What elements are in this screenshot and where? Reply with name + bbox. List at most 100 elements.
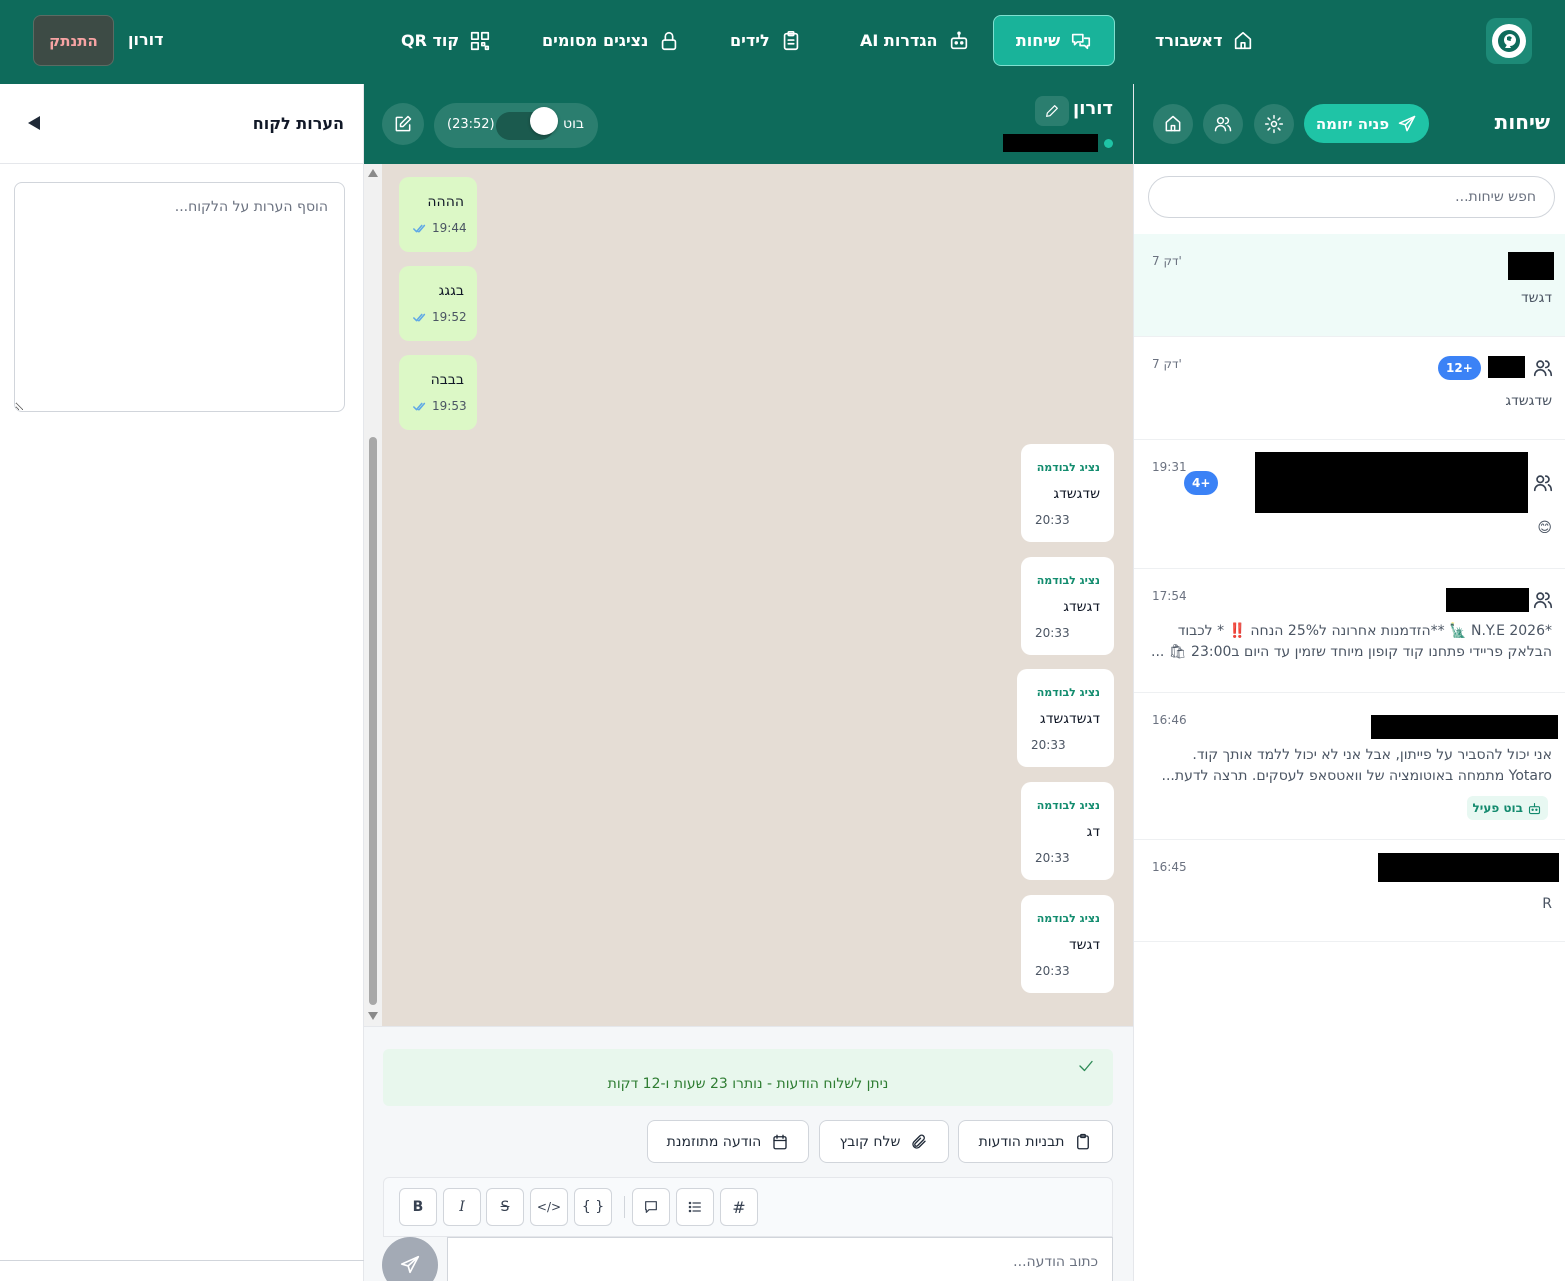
- compose-button[interactable]: [382, 103, 424, 145]
- chat-bubbles-icon: [1070, 30, 1092, 52]
- chat-time: 7 דק': [1152, 357, 1182, 371]
- nav-label: נציגים מסומים: [542, 31, 649, 50]
- scheduled-message-button[interactable]: הודעה מתוזמנת: [647, 1120, 809, 1163]
- home-icon: [1163, 114, 1183, 134]
- strikethrough-button[interactable]: S: [486, 1188, 524, 1226]
- chat-preview-line-1: אני יכול להסביר על פייתון, אבל אני לא יכ…: [1192, 747, 1552, 763]
- chat-preview: דגשד: [1521, 290, 1552, 306]
- scroll-thumb[interactable]: [369, 437, 377, 1005]
- logout-button[interactable]: התנתק: [33, 15, 114, 66]
- nav-label: לידים: [730, 31, 770, 50]
- scroll-up-arrow[interactable]: [368, 169, 378, 177]
- chat-preview: 😊: [1537, 520, 1552, 536]
- chat-list-item[interactable]: 17:54 *N.Y.E 2026 🗽 **הזדמנות אחרונה ל25…: [1134, 569, 1565, 693]
- scroll-down-arrow[interactable]: [368, 1012, 378, 1020]
- chat-list-item[interactable]: 16:45 R: [1134, 840, 1565, 942]
- variable-button[interactable]: { }: [574, 1188, 612, 1226]
- nav-label: קוד QR: [401, 31, 460, 50]
- nav-blocked-agents[interactable]: נציגים מסומים: [538, 15, 684, 66]
- hashtag-button[interactable]: #: [720, 1188, 758, 1226]
- group-icon: [1532, 472, 1554, 494]
- double-check-icon: [413, 401, 427, 413]
- message-sender: נציג לבודמה: [1036, 574, 1100, 587]
- message-input[interactable]: [447, 1237, 1113, 1281]
- message-bubble-incoming[interactable]: בגגג 19:52: [399, 266, 477, 341]
- chat-list-item[interactable]: 16:46 אני יכול להסביר על פייתון, אבל אני…: [1134, 693, 1565, 840]
- settings-button[interactable]: [1254, 104, 1294, 144]
- bold-button[interactable]: B: [399, 1188, 437, 1226]
- quote-button[interactable]: [632, 1188, 670, 1226]
- nav-chats[interactable]: שיחות: [993, 15, 1115, 66]
- message-sender: נציג לבודמה: [1036, 686, 1100, 699]
- chat-list-item[interactable]: 19:31 4+ 😊: [1134, 440, 1565, 569]
- robot-icon: [948, 30, 970, 52]
- chat-time: 7 דק': [1152, 254, 1182, 268]
- chat-list-item[interactable]: 7 דק' דגשד: [1134, 234, 1565, 337]
- chat-list-item[interactable]: 7 דק' 12+ שדגשדג: [1134, 337, 1565, 440]
- code-button[interactable]: </>: [530, 1188, 568, 1226]
- check-icon: [1077, 1057, 1095, 1075]
- customer-notes-textarea[interactable]: [14, 182, 345, 412]
- send-icon: [1397, 114, 1417, 134]
- italic-button[interactable]: I: [443, 1188, 481, 1226]
- collapse-arrow-icon[interactable]: [28, 116, 40, 130]
- sidebar-header: שיחות פניה יזומה: [1134, 84, 1565, 164]
- chat-search-input[interactable]: [1148, 176, 1555, 218]
- participant-count-badge: 4+: [1184, 471, 1219, 495]
- message-text: שדגשדג: [1053, 486, 1100, 502]
- nav-qr-code[interactable]: קוד QR: [397, 15, 495, 66]
- message-sender: נציג לבודמה: [1036, 461, 1100, 474]
- top-navigation: דאשבורד שיחות הגדרות AI לידים נציגים מסו…: [0, 0, 1565, 84]
- chats-sidebar: שיחות פניה יזומה 7 דק' דגשד 7 דק' 12+ שד…: [1133, 84, 1565, 1281]
- message-time: 19:44: [432, 221, 467, 235]
- message-text: דג: [1086, 824, 1100, 840]
- chat-time: 16:45: [1152, 860, 1187, 874]
- chat-time: 19:31: [1152, 460, 1187, 474]
- redacted-contact-name: [1488, 356, 1525, 378]
- nav-dashboard[interactable]: דאשבורד: [1151, 15, 1258, 66]
- message-time: 20:33: [1035, 513, 1070, 527]
- message-bubble-outgoing[interactable]: נציג לבודמה דגשדג 20:33: [1021, 557, 1114, 655]
- contacts-button[interactable]: [1203, 104, 1243, 144]
- toolbar-divider: [624, 1196, 625, 1218]
- messages-scrollbar[interactable]: [364, 164, 382, 1026]
- list-button[interactable]: [676, 1188, 714, 1226]
- message-sender: נציג לבודמה: [1036, 799, 1100, 812]
- chat-preview: שדגשדג: [1505, 393, 1552, 409]
- bot-toggle[interactable]: [496, 107, 558, 140]
- message-bubble-outgoing[interactable]: נציג לבודמה דגשדגשדג 20:33: [1017, 669, 1114, 767]
- message-time: 19:53: [432, 399, 467, 413]
- message-text: בבבה: [430, 372, 464, 388]
- message-templates-button[interactable]: תבניות הודעות: [958, 1120, 1113, 1163]
- send-message-button[interactable]: [382, 1237, 438, 1281]
- edit-contact-name-button[interactable]: [1035, 96, 1069, 126]
- message-bubble-incoming[interactable]: בבבה 19:53: [399, 355, 477, 430]
- bot-active-badge: בוט פעיל: [1466, 796, 1548, 820]
- app-logo[interactable]: [1486, 18, 1532, 64]
- home-icon: [1232, 30, 1254, 52]
- chat-time: 16:46: [1152, 713, 1187, 727]
- message-bubble-outgoing[interactable]: נציג לבודמה דג 20:33: [1021, 782, 1114, 880]
- list-icon: [687, 1199, 703, 1215]
- nav-label: שיחות: [1015, 31, 1061, 50]
- chat-preview-line-1: *N.Y.E 2026 🗽 **הזדמנות אחרונה ל25% הנחה…: [1177, 623, 1552, 639]
- message-text: דגשדג: [1063, 599, 1100, 615]
- message-text: דגשד: [1069, 937, 1100, 953]
- chat-header: דורון בוט (23:52): [364, 84, 1133, 164]
- nav-ai-settings[interactable]: הגדרות AI: [856, 15, 974, 66]
- home-button[interactable]: [1153, 104, 1193, 144]
- paperclip-icon: [910, 1133, 928, 1151]
- message-bubble-outgoing[interactable]: נציג לבודמה דגשד 20:33: [1021, 895, 1114, 993]
- new-outreach-button[interactable]: פניה יזומה: [1304, 104, 1429, 143]
- customer-notes-panel: הערות לקוח: [0, 84, 364, 1281]
- messages-area[interactable]: הההה 19:44 בגגג 19:52 בבבה 19:53 נציג לב…: [364, 164, 1133, 1026]
- send-file-button[interactable]: שלח קובץ: [819, 1120, 949, 1163]
- redacted-contact-name: [1508, 252, 1554, 280]
- message-bubble-incoming[interactable]: הההה 19:44: [399, 177, 477, 252]
- lock-icon: [658, 30, 680, 52]
- user-name: דורון: [128, 30, 164, 49]
- nav-leads[interactable]: לידים: [726, 15, 806, 66]
- message-bubble-outgoing[interactable]: נציג לבודמה שדגשדג 20:33: [1021, 444, 1114, 542]
- edit-square-icon: [393, 114, 413, 134]
- logo-mark: [1492, 24, 1526, 58]
